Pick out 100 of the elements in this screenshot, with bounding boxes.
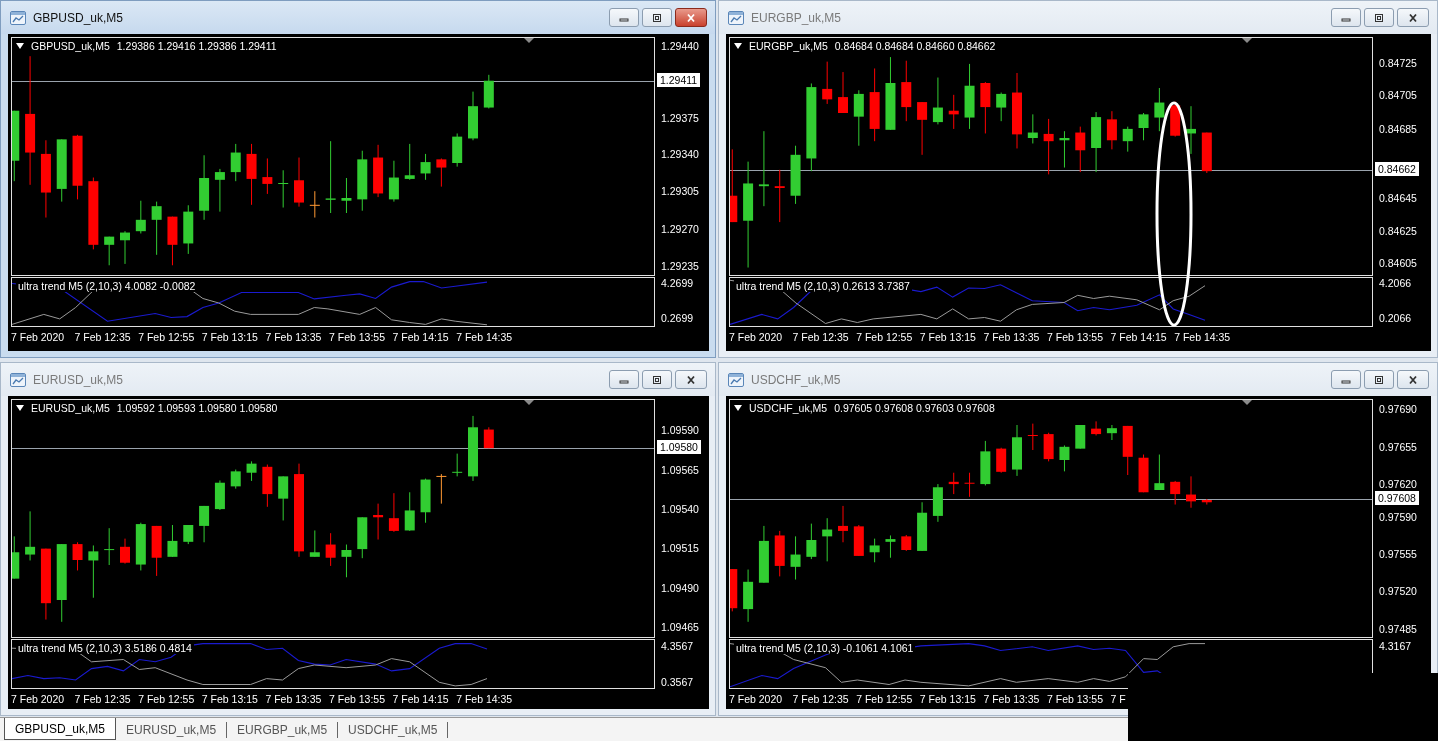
time-label: 7 Feb 12:35	[74, 331, 132, 343]
chart-tab[interactable]: EURGBP_uk,M5	[227, 722, 339, 738]
candle	[25, 510, 36, 561]
time-label: 7 Feb 14:35	[456, 331, 514, 343]
candle	[1106, 424, 1117, 441]
candle	[1059, 444, 1070, 472]
maximize-button[interactable]	[642, 370, 672, 389]
price-tick-label: 0.97655	[1379, 441, 1417, 454]
maximize-button[interactable]	[1364, 8, 1394, 27]
chart-shift-marker-icon[interactable]	[524, 400, 534, 405]
window-title: EURGBP_uk,M5	[751, 10, 842, 25]
candle	[230, 469, 241, 490]
candle	[294, 157, 304, 208]
time-label: 7 Feb 2020	[729, 331, 784, 343]
candle	[262, 464, 273, 508]
candle	[1075, 424, 1086, 450]
candle	[373, 503, 384, 541]
candle	[1012, 424, 1022, 477]
indicator-label: ultra trend M5 (2,10,3) 0.2613 3.7387	[734, 280, 912, 292]
candle	[1154, 454, 1165, 491]
price-tick-label: 1.09590	[661, 423, 699, 436]
indicator-tick-label: 0.3567	[661, 675, 694, 688]
chart-icon	[10, 10, 26, 25]
time-label: 7 Feb 12:35	[792, 693, 850, 705]
window-title: EURUSD_uk,M5	[33, 372, 124, 387]
maximize-icon	[1373, 12, 1385, 23]
time-label: 7 Feb 14:15	[392, 331, 450, 343]
price-tick-label: 1.29440	[661, 40, 699, 53]
maximize-button[interactable]	[642, 8, 672, 27]
candle	[199, 154, 210, 221]
maximize-icon	[1373, 374, 1385, 385]
chart-shift-marker-icon[interactable]	[524, 38, 534, 43]
chart-tab[interactable]: EURUSD_uk,M5	[116, 722, 228, 738]
time-label: 7 Feb 2020	[11, 331, 66, 343]
candle	[104, 527, 115, 566]
candle	[1091, 420, 1102, 436]
symbol-label: USDCHF_uk,M5	[749, 402, 828, 414]
candle	[199, 505, 210, 543]
candle	[1059, 130, 1070, 169]
maximize-button[interactable]	[1364, 370, 1394, 389]
close-button[interactable]	[675, 8, 707, 27]
window-title: GBPUSD_uk,M5	[33, 10, 124, 25]
candle	[151, 201, 162, 256]
chart-shift-marker-icon[interactable]	[1242, 400, 1252, 405]
candle	[822, 517, 833, 562]
dropdown-triangle-icon[interactable]	[16, 43, 24, 49]
chart-icon	[728, 372, 744, 387]
price-tick-label: 0.97555	[1379, 547, 1417, 560]
time-label: 7 Feb 12:35	[792, 331, 850, 343]
time-label: 7 Feb 14:15	[392, 693, 450, 705]
price-tick-label: 1.09565	[661, 463, 699, 476]
chart-tab[interactable]: USDCHF_uk,M5	[338, 722, 449, 738]
time-label: 7 Feb 13:55	[328, 693, 386, 705]
candle	[1186, 475, 1196, 509]
time-label: 7 Feb 13:15	[201, 331, 259, 343]
chart-tab[interactable]: GBPUSD_uk,M5	[4, 718, 117, 740]
candle	[917, 501, 928, 552]
candle	[120, 230, 130, 265]
price-tick-label: 0.84705	[1379, 89, 1417, 102]
candle	[468, 415, 478, 482]
dropdown-triangle-icon[interactable]	[734, 43, 742, 49]
candle	[1201, 498, 1212, 506]
indicator-tick-label: 0.2066	[1379, 312, 1412, 325]
symbol-label: EURUSD_uk,M5	[31, 402, 110, 414]
candle	[135, 200, 146, 234]
price-tick-label: 0.84605	[1379, 257, 1417, 270]
close-button[interactable]	[1397, 8, 1429, 27]
candle	[980, 440, 991, 486]
candle	[246, 460, 257, 482]
dropdown-triangle-icon[interactable]	[16, 405, 24, 411]
chart-shift-marker-icon[interactable]	[1242, 38, 1252, 43]
candle	[404, 143, 415, 181]
price-tick-label: 1.29375	[661, 111, 699, 124]
price-tick-label: 1.29305	[661, 185, 699, 198]
candle	[388, 492, 399, 533]
last-price-label: 1.29411	[657, 72, 701, 87]
ohlc-values: 0.97605 0.97608 0.97603 0.97608	[834, 402, 995, 414]
candle	[743, 569, 754, 623]
close-button[interactable]	[1397, 370, 1429, 389]
dropdown-triangle-icon[interactable]	[734, 405, 742, 411]
candle	[183, 524, 194, 545]
candle	[1075, 126, 1086, 173]
candle	[869, 538, 880, 563]
candle	[1201, 132, 1212, 174]
candle	[1027, 423, 1038, 451]
price-tick-label: 0.84685	[1379, 123, 1417, 136]
candle	[932, 77, 943, 125]
close-button[interactable]	[675, 370, 707, 389]
candle	[246, 143, 257, 206]
candle	[135, 522, 146, 571]
candle	[1043, 432, 1054, 462]
time-label: 7 Feb 14:35	[456, 693, 514, 705]
time-label: 7 Feb 13:55	[1046, 693, 1104, 705]
candle	[357, 150, 368, 212]
candle	[1043, 118, 1054, 175]
price-tick-label: 1.09540	[661, 503, 699, 516]
time-label: 7 Feb 12:55	[138, 693, 196, 705]
candle	[468, 91, 478, 141]
candle	[822, 61, 833, 105]
price-tick-label: 0.84645	[1379, 192, 1417, 205]
